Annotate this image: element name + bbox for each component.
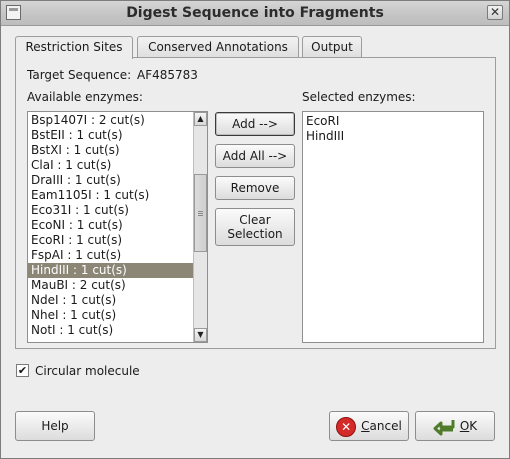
add-all-button[interactable]: Add All --> xyxy=(215,144,295,168)
arrow-up-icon: ▲ xyxy=(197,114,204,123)
remove-button[interactable]: Remove xyxy=(215,176,295,200)
clear-selection-line2: Selection xyxy=(227,227,283,241)
ok-button[interactable]: OK xyxy=(415,411,495,441)
circular-molecule-label[interactable]: Circular molecule xyxy=(35,364,140,378)
grip-icon xyxy=(198,211,203,212)
arrow-down-icon: ▼ xyxy=(197,330,204,339)
list-item[interactable]: MauBI : 2 cut(s) xyxy=(28,278,193,293)
selected-enzymes-label: Selected enzymes: xyxy=(302,90,416,104)
tab-restriction-sites[interactable]: Restriction Sites xyxy=(15,36,133,59)
list-item[interactable]: NdeI : 1 cut(s) xyxy=(28,293,193,308)
window-title: Digest Sequence into Fragments xyxy=(126,5,384,21)
list-item[interactable]: NheI : 1 cut(s) xyxy=(28,308,193,323)
clear-selection-button[interactable]: Clear Selection xyxy=(215,208,295,246)
list-item[interactable]: Eco31I : 1 cut(s) xyxy=(28,203,193,218)
list-item[interactable]: Bsp1407I : 2 cut(s) xyxy=(28,113,193,128)
cancel-label: ancel xyxy=(369,419,402,433)
list-item[interactable]: DraIII : 1 cut(s) xyxy=(28,173,193,188)
checkmark-icon: ✔ xyxy=(17,364,28,377)
add-button[interactable]: Add --> xyxy=(215,112,295,136)
tab-output[interactable]: Output xyxy=(302,36,362,58)
ok-label: K xyxy=(469,419,478,433)
list-item[interactable]: BstEII : 1 cut(s) xyxy=(28,128,193,143)
cancel-button[interactable]: ✕ Cancel xyxy=(329,411,409,441)
list-item[interactable]: EcoRI xyxy=(303,114,344,129)
available-enzymes-label: Available enzymes: xyxy=(27,90,143,104)
close-button[interactable]: ✕ xyxy=(487,5,503,20)
list-item[interactable]: HindIII : 1 cut(s) xyxy=(28,263,193,278)
list-item[interactable]: ClaI : 1 cut(s) xyxy=(28,158,193,173)
selected-enzymes-items: EcoRI HindIII xyxy=(303,114,344,144)
target-sequence-value: AF485783 xyxy=(137,68,198,82)
tab-conserved-annotations[interactable]: Conserved Annotations xyxy=(137,36,299,58)
clear-selection-line1: Clear xyxy=(239,213,271,227)
circular-molecule-checkbox[interactable]: ✔ xyxy=(16,364,29,377)
list-item[interactable]: EcoRI : 1 cut(s) xyxy=(28,233,193,248)
scroll-down-button[interactable]: ▼ xyxy=(194,328,207,342)
close-icon: ✕ xyxy=(489,5,501,19)
list-item[interactable]: HindIII xyxy=(303,129,344,144)
target-sequence-label: Target Sequence: xyxy=(27,68,132,82)
list-item[interactable]: Eam1105I : 1 cut(s) xyxy=(28,188,193,203)
cancel-mnemonic: C xyxy=(361,419,370,433)
ok-arrow-icon xyxy=(433,419,455,435)
help-button[interactable]: Help xyxy=(15,411,95,441)
list-item[interactable]: EcoNI : 1 cut(s) xyxy=(28,218,193,233)
available-list-scrollbar[interactable]: ▲ ▼ xyxy=(193,112,207,342)
available-enzymes-list[interactable]: Bsp1407I : 2 cut(s) BstEII : 1 cut(s) BstX… xyxy=(27,111,208,343)
selected-enzymes-list[interactable]: EcoRI HindIII xyxy=(302,111,484,343)
cancel-icon: ✕ xyxy=(336,416,357,437)
scroll-up-button[interactable]: ▲ xyxy=(194,112,207,126)
scroll-thumb[interactable] xyxy=(194,174,207,252)
available-enzymes-items: Bsp1407I : 2 cut(s) BstEII : 1 cut(s) BstX… xyxy=(28,113,193,338)
ok-mnemonic: O xyxy=(459,419,470,433)
title-bar[interactable]: Digest Sequence into Fragments ✕ xyxy=(1,1,509,26)
list-item[interactable]: NotI : 1 cut(s) xyxy=(28,323,193,338)
list-item[interactable]: FspAI : 1 cut(s) xyxy=(28,248,193,263)
list-item[interactable]: BstXI : 1 cut(s) xyxy=(28,143,193,158)
